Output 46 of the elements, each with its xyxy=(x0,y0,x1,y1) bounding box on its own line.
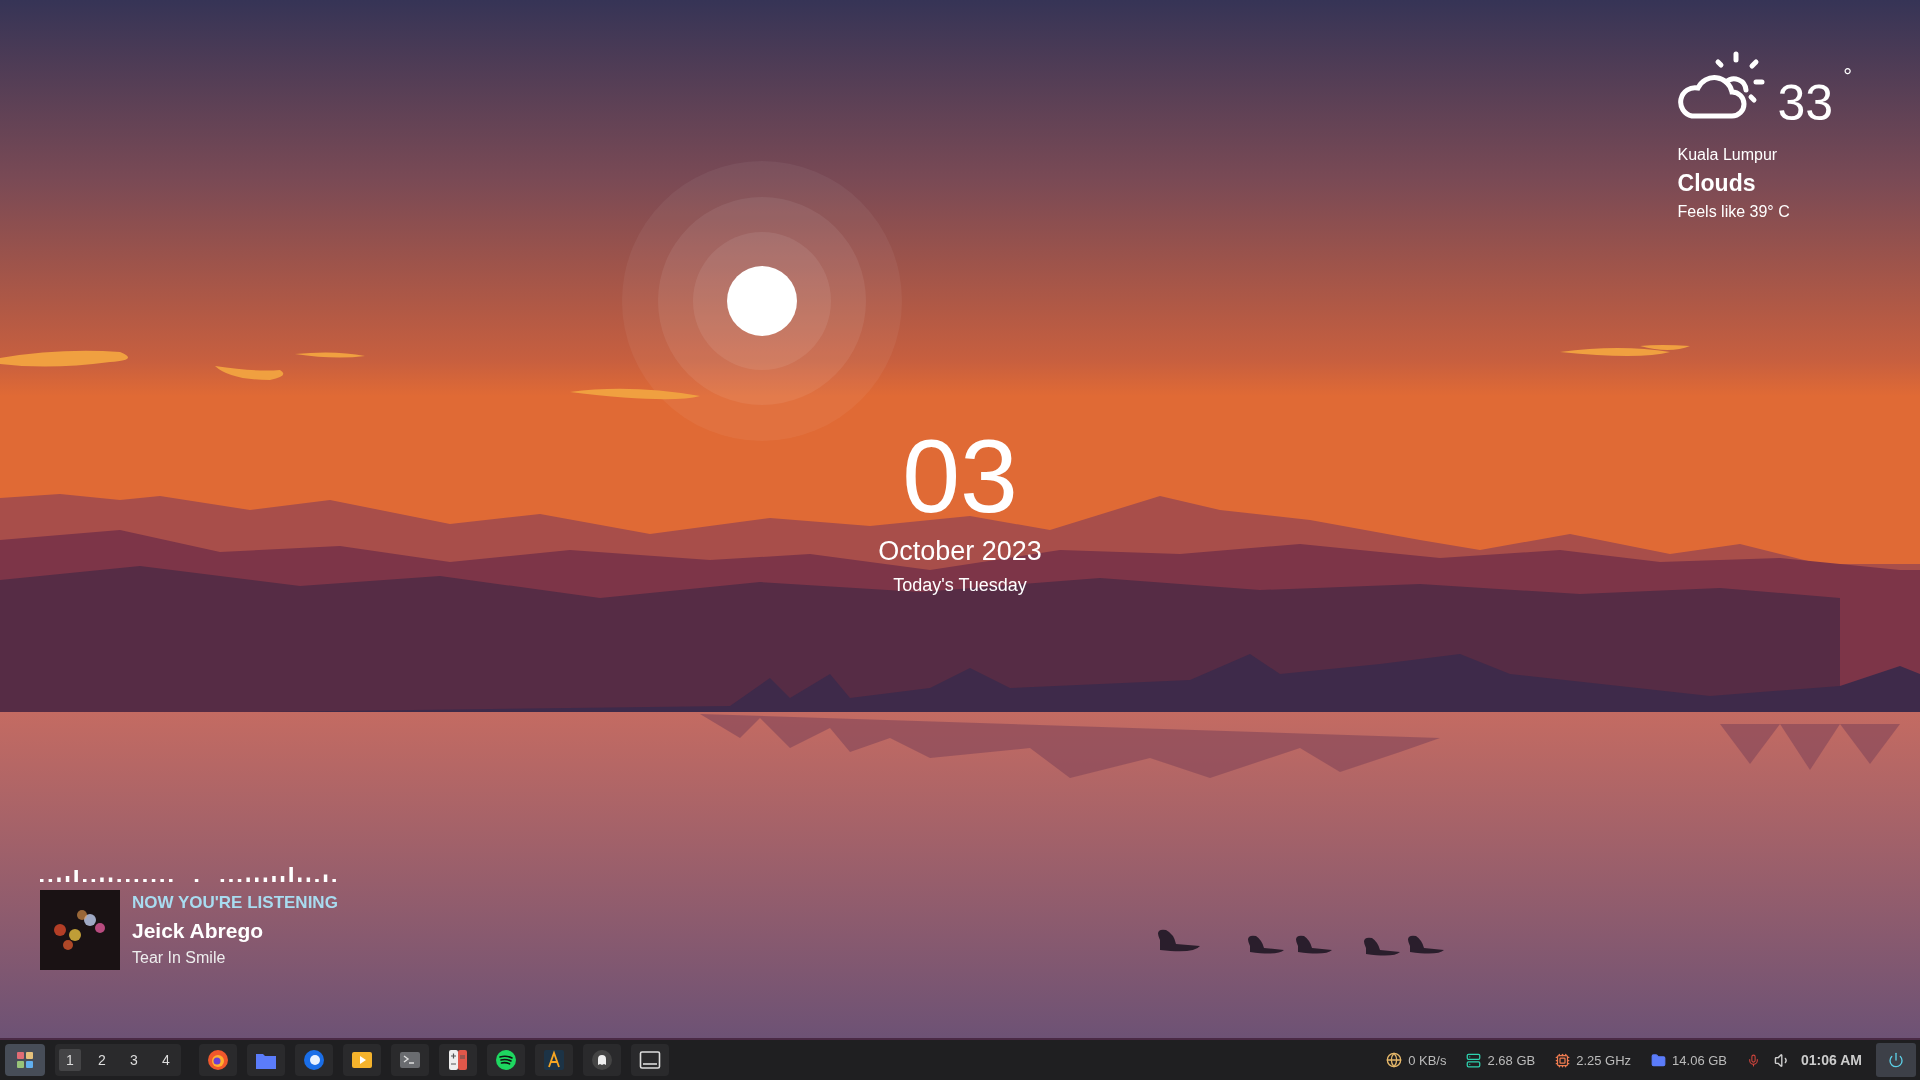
letter-a-icon xyxy=(543,1049,565,1071)
app-launcher-button[interactable] xyxy=(439,1044,477,1076)
fox-globe-icon xyxy=(207,1049,229,1071)
workspace-button[interactable]: 3 xyxy=(123,1049,145,1071)
memory-icon xyxy=(1466,1052,1482,1068)
weather-condition: Clouds xyxy=(1677,170,1757,197)
status-reading: 0 KB/s xyxy=(1408,1052,1447,1068)
app-launcher-button[interactable] xyxy=(631,1044,669,1076)
cpu-icon xyxy=(1555,1052,1571,1068)
power-button[interactable] xyxy=(1876,1043,1916,1077)
weekday-text: Today's Tuesday xyxy=(893,575,1027,596)
month-year-text: October 2023 xyxy=(878,536,1042,567)
monitor-icon xyxy=(639,1049,661,1071)
app-launcher-button[interactable] xyxy=(343,1044,381,1076)
workspace-button[interactable]: 2 xyxy=(91,1049,113,1071)
app-launcher-button[interactable] xyxy=(535,1044,573,1076)
workspace-button[interactable]: 1 xyxy=(59,1049,81,1071)
song-title: Tear In Smile xyxy=(132,949,227,967)
app-launcher-button[interactable] xyxy=(583,1044,621,1076)
temperature-text: 33 xyxy=(1777,74,1834,132)
start-button[interactable] xyxy=(5,1044,45,1076)
terminal-icon xyxy=(399,1049,421,1071)
degree-sign: ° xyxy=(1843,64,1852,90)
clock-time: 01:06 AM xyxy=(1801,1052,1862,1068)
globe-icon xyxy=(1386,1052,1403,1068)
app-grid-icon xyxy=(17,1052,33,1068)
status-reading: 2.68 GB xyxy=(1487,1052,1536,1068)
microphone-icon[interactable] xyxy=(1747,1053,1761,1067)
sound-waves-icon xyxy=(495,1049,517,1071)
bird-globe-icon xyxy=(303,1049,325,1071)
city-name: Kuala Lumpur xyxy=(1677,146,1779,164)
workspace-button[interactable]: 4 xyxy=(155,1049,177,1071)
artist-name: Jeick Abrego xyxy=(132,919,265,943)
feels-like-text: Feels like 39° C xyxy=(1677,203,1791,221)
now-playing-heading: NOW YOU'RE LISTENING xyxy=(132,893,338,913)
folder-icon xyxy=(1651,1052,1667,1068)
status-reading: 2.25 GHz xyxy=(1576,1052,1632,1068)
play-icon xyxy=(351,1049,373,1071)
app-launcher-button[interactable] xyxy=(199,1044,237,1076)
calculator-icon xyxy=(447,1049,469,1071)
power-icon xyxy=(1888,1052,1904,1068)
status-reading: 14.06 GB xyxy=(1672,1052,1728,1068)
day-number: 03 xyxy=(902,424,1018,528)
app-launcher-button[interactable] xyxy=(487,1044,525,1076)
app-launcher-button[interactable] xyxy=(295,1044,333,1076)
ghost-icon xyxy=(591,1049,613,1071)
